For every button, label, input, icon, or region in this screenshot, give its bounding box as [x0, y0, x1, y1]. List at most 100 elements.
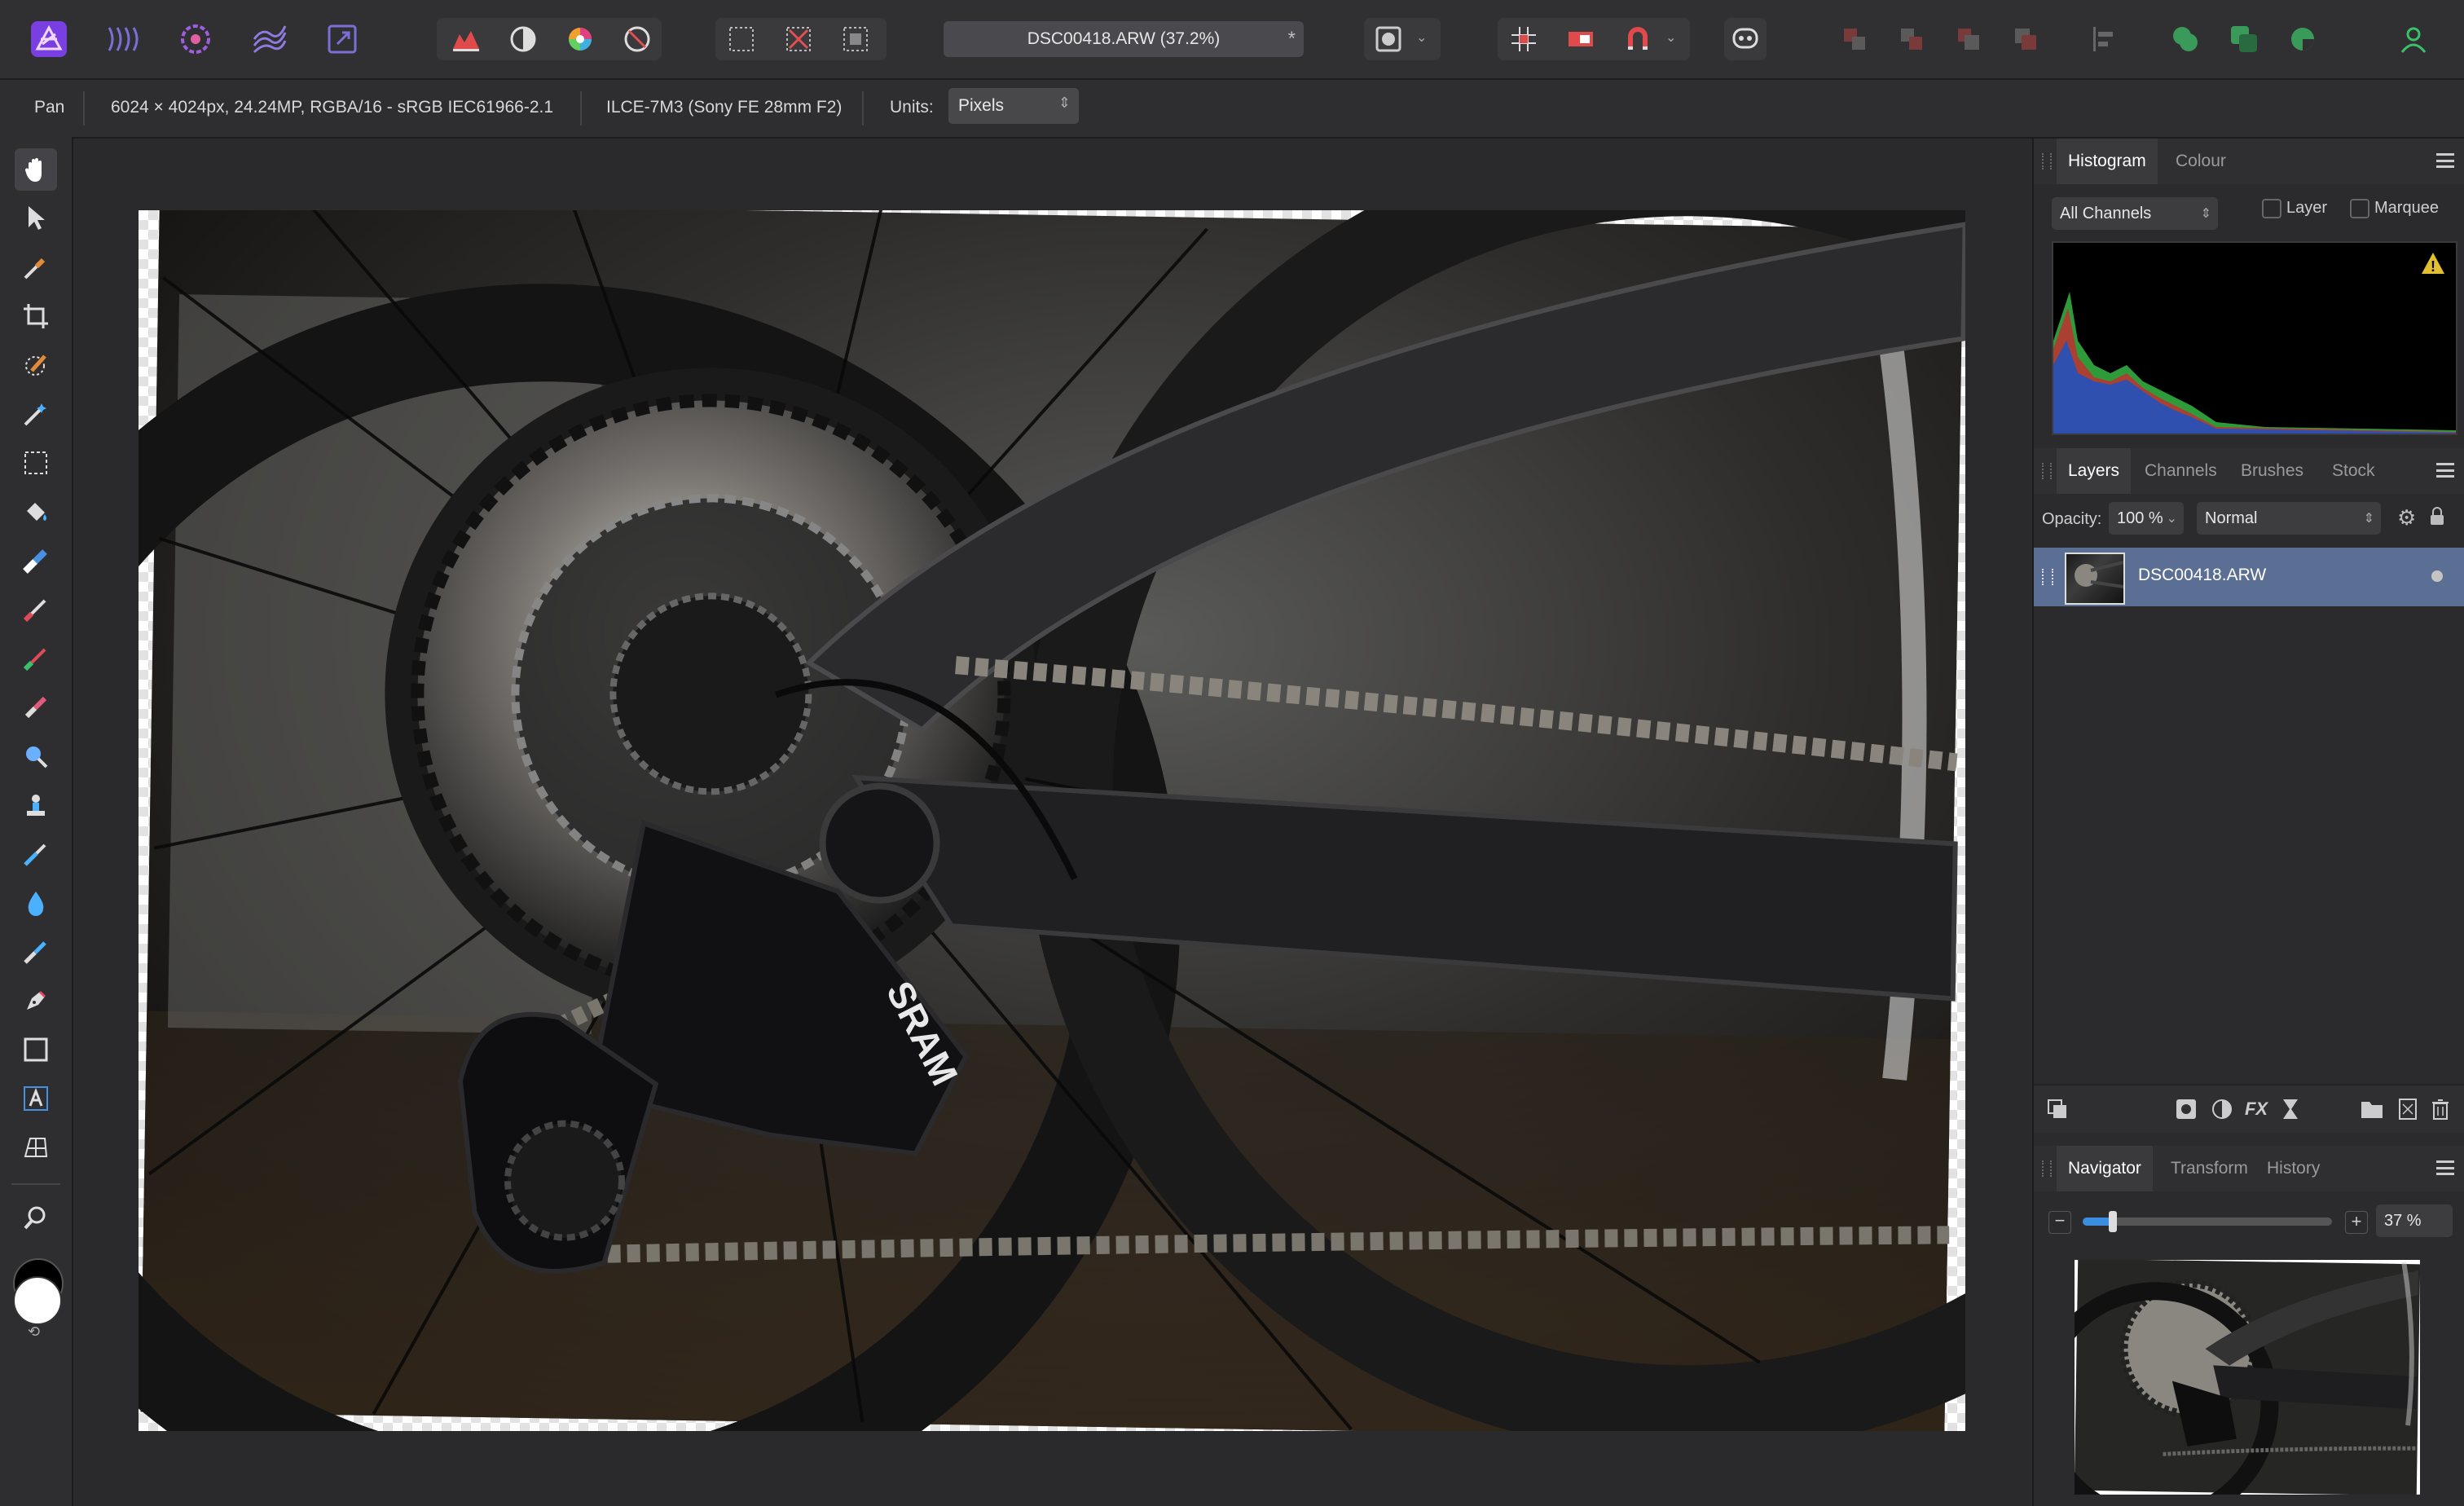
snapping-button[interactable]	[1617, 18, 1659, 60]
rectangle-tool[interactable]	[15, 1028, 57, 1071]
alignment-button[interactable]	[2083, 18, 2125, 60]
move-by-whole-pixels-button[interactable]	[1560, 18, 1602, 60]
panel-grip[interactable]	[2042, 1160, 2052, 1177]
levels-button[interactable]	[445, 18, 487, 60]
zoom-slider[interactable]	[2083, 1211, 2332, 1232]
auto-colour-button[interactable]	[559, 18, 601, 60]
tab-navigator[interactable]: Navigator	[2057, 1146, 2153, 1191]
layer-visibility-toggle[interactable]	[2431, 570, 2443, 582]
invert-selection-button[interactable]	[834, 18, 877, 60]
account-button[interactable]	[2392, 18, 2435, 60]
flood-fill-tool[interactable]	[15, 491, 57, 533]
move-back-one-button[interactable]	[1890, 18, 1933, 60]
swap-colours-icon[interactable]: ⟲	[28, 1323, 40, 1341]
panel-menu-icon[interactable]	[2436, 463, 2454, 478]
chevron-down-icon[interactable]: ⌄	[2167, 510, 2177, 526]
mesh-warp-tool[interactable]	[15, 1126, 57, 1169]
marquee-checkbox[interactable]	[2350, 199, 2369, 218]
develop-persona-button[interactable]	[174, 18, 217, 60]
zoom-field[interactable]: 37 %	[2376, 1204, 2453, 1237]
layer-effects-button[interactable]: FX	[2244, 1097, 2268, 1121]
add-pixel-layer-button[interactable]	[2396, 1097, 2420, 1121]
gradient-tool[interactable]	[15, 539, 57, 582]
layer-checkbox[interactable]	[2262, 199, 2281, 218]
marquee-tool[interactable]	[15, 442, 57, 484]
tab-layers[interactable]: Layers	[2057, 448, 2132, 494]
add-mask-button[interactable]	[2174, 1097, 2198, 1121]
blend-mode-dropdown[interactable]: Normal ⇕	[2197, 502, 2381, 535]
assistant-button[interactable]	[1724, 18, 1767, 60]
tools-panel: ⟲	[0, 137, 73, 1506]
pen-tool[interactable]	[15, 980, 57, 1022]
add-button[interactable]	[2164, 18, 2207, 60]
dodge-tool[interactable]	[15, 735, 57, 777]
panel-grip[interactable]	[2042, 463, 2052, 479]
zoom-out-button[interactable]: −	[2048, 1211, 2071, 1234]
zoom-tool[interactable]	[15, 1196, 57, 1239]
delete-layer-button[interactable]	[2428, 1097, 2453, 1121]
tab-stock[interactable]: Stock	[2332, 461, 2375, 481]
tab-brushes[interactable]: Brushes	[2241, 461, 2303, 481]
blur-brush-tool[interactable]	[15, 882, 57, 924]
colour-replacement-tool[interactable]	[15, 637, 57, 680]
force-pixel-alignment-button[interactable]	[1503, 18, 1545, 60]
move-forward-one-button[interactable]	[1947, 18, 1990, 60]
white-balance-button[interactable]	[616, 18, 658, 60]
document-title-tab[interactable]: DSC00418.ARW (37.2%) *	[944, 21, 1304, 57]
export-persona-button[interactable]	[321, 18, 363, 60]
photo-persona-button[interactable]	[28, 18, 70, 60]
primary-colour-swatch[interactable]	[13, 1276, 62, 1325]
units-dropdown[interactable]: Pixels ⇕	[948, 88, 1079, 124]
assistant-robot-icon	[1732, 28, 1758, 49]
auto-contrast-button[interactable]	[502, 18, 544, 60]
layer-drag-handle[interactable]	[2042, 569, 2053, 585]
channels-dropdown[interactable]: All Channels ⇕	[2052, 197, 2218, 230]
layer-options-button[interactable]	[2045, 1097, 2070, 1121]
subtract-button[interactable]	[2223, 18, 2265, 60]
blemish-removal-tool[interactable]	[15, 833, 57, 875]
layer-row[interactable]: DSC00418.ARW	[2034, 548, 2464, 606]
zoom-in-button[interactable]: +	[2345, 1211, 2368, 1234]
tab-history[interactable]: History	[2267, 1159, 2320, 1178]
tab-channels[interactable]: Channels	[2145, 461, 2217, 481]
liquify-persona-button[interactable]	[101, 18, 143, 60]
navigator-preview[interactable]	[2075, 1260, 2420, 1495]
clone-brush-tool[interactable]	[15, 784, 57, 826]
paint-bucket-icon	[27, 503, 46, 521]
document-canvas[interactable]: SRAM	[139, 210, 1965, 1431]
erase-brush-tool[interactable]	[15, 686, 57, 729]
deselect-button[interactable]	[777, 18, 820, 60]
tab-transform[interactable]: Transform	[2171, 1159, 2248, 1178]
add-group-button[interactable]	[2360, 1097, 2384, 1121]
select-all-button[interactable]	[720, 18, 763, 60]
trash-icon	[2432, 1099, 2449, 1120]
smudge-brush-tool[interactable]	[15, 931, 57, 973]
lock-icon[interactable]	[2430, 507, 2444, 525]
quick-mask-button[interactable]	[1367, 18, 1410, 60]
colour-picker-tool[interactable]	[15, 246, 57, 288]
view-tool[interactable]	[15, 148, 57, 191]
intersect-button[interactable]	[2281, 18, 2324, 60]
adjustments-button[interactable]	[2210, 1097, 2234, 1121]
panel-grip[interactable]	[2042, 153, 2052, 170]
chevron-down-icon[interactable]: ⌄	[1416, 29, 1427, 46]
panel-menu-icon[interactable]	[2436, 153, 2454, 168]
artistic-text-tool[interactable]	[15, 1077, 57, 1120]
gear-icon[interactable]: ⚙	[2397, 505, 2416, 531]
selection-brush-tool[interactable]	[15, 344, 57, 386]
live-filters-button[interactable]	[2278, 1097, 2303, 1121]
move-tool[interactable]	[15, 197, 57, 240]
flood-select-tool[interactable]	[15, 393, 57, 435]
snapping-group: ⌄	[1498, 18, 1690, 60]
paint-brush-tool[interactable]	[15, 588, 57, 631]
tone-mapping-persona-button[interactable]	[248, 18, 290, 60]
move-to-front-button[interactable]	[2004, 18, 2047, 60]
panel-menu-icon[interactable]	[2436, 1160, 2454, 1175]
tab-colour[interactable]: Colour	[2176, 152, 2226, 171]
tab-histogram[interactable]: Histogram	[2057, 139, 2158, 184]
chevron-down-icon[interactable]: ⌄	[1665, 29, 1676, 46]
zoom-slider-handle[interactable]	[2108, 1211, 2117, 1232]
move-to-back-button[interactable]	[1833, 18, 1876, 60]
opacity-field[interactable]: 100 % ⌄	[2109, 502, 2184, 535]
crop-tool[interactable]	[15, 295, 57, 337]
